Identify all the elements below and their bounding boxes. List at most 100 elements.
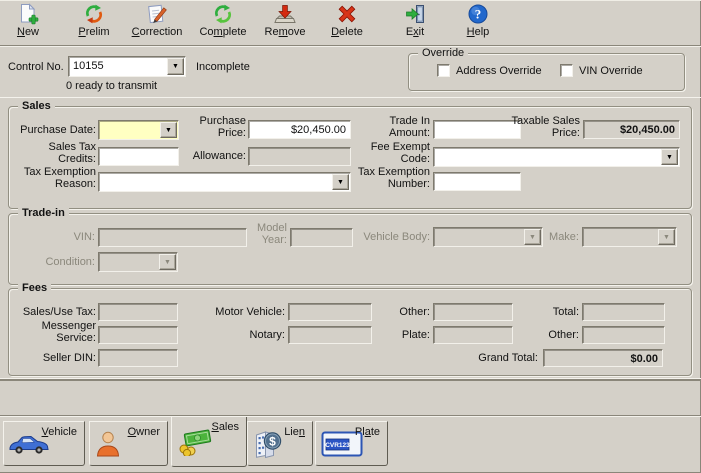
tab-plate[interactable]: CVR123 Plate bbox=[315, 421, 388, 466]
other-fee-label: Other: bbox=[399, 306, 430, 318]
purchase-date-label: Purchase Date: bbox=[20, 124, 96, 136]
remove-button[interactable]: Remove bbox=[258, 3, 312, 44]
sales-tax-credits-label: Sales Tax Credits: bbox=[48, 141, 97, 165]
fees-group-title: Fees bbox=[18, 282, 52, 295]
make-combobox-disabled: ▼ bbox=[582, 227, 677, 247]
total-field bbox=[582, 303, 665, 321]
delete-x-icon bbox=[338, 5, 356, 23]
allowance-value bbox=[249, 148, 350, 150]
trade-in-groupbox: Trade-in bbox=[8, 207, 692, 285]
exit-button[interactable]: Exit bbox=[390, 3, 440, 44]
other-fee-field bbox=[433, 303, 513, 321]
tab-sales[interactable]: Sales bbox=[171, 417, 247, 467]
lien-building-icon: $ bbox=[256, 430, 282, 458]
fee-exempt-code-value bbox=[434, 148, 679, 150]
motor-vehicle-label: Motor Vehicle: bbox=[215, 306, 285, 318]
seller-din-field bbox=[98, 349, 178, 367]
model-year-value bbox=[291, 229, 352, 231]
dropdown-arrow-icon[interactable]: ▼ bbox=[332, 174, 349, 190]
transmit-status-text: 0 ready to transmit bbox=[66, 80, 158, 92]
tax-exemption-reason-combobox[interactable]: ▼ bbox=[98, 172, 351, 192]
vin-input-disabled bbox=[98, 228, 247, 247]
sales-tax-credits-value bbox=[99, 148, 178, 150]
tax-exemption-reason-label: Tax Exemption Reason: bbox=[23, 166, 96, 190]
allowance-label: Allowance: bbox=[192, 150, 246, 162]
grand-total-label: Grand Total: bbox=[478, 352, 538, 364]
plate-fee-field bbox=[433, 326, 513, 344]
cvr-sales-window: New Prelim Correction Complete Remove De… bbox=[0, 0, 701, 473]
tab-owner[interactable]: Owner bbox=[89, 421, 168, 466]
purchase-price-value: $20,450.00 bbox=[290, 124, 346, 136]
plate-fee-label: Plate: bbox=[401, 329, 430, 341]
other-fee-2-label: Other: bbox=[548, 329, 579, 341]
sales-group-title: Sales bbox=[18, 100, 55, 113]
remove-tray-icon bbox=[274, 5, 296, 23]
person-icon bbox=[96, 431, 120, 456]
svg-text:?: ? bbox=[475, 7, 482, 22]
purchase-price-label: Purchase Price: bbox=[199, 115, 246, 139]
vin-value bbox=[99, 229, 246, 231]
control-no-label: Control No. bbox=[8, 61, 64, 73]
delete-button[interactable]: Delete bbox=[322, 3, 372, 44]
taxable-sales-price-readonly: $20,450.00 bbox=[583, 120, 680, 139]
other-fee-2-value bbox=[583, 327, 664, 329]
dropdown-arrow-icon: ▼ bbox=[658, 229, 675, 245]
allowance-input-disabled bbox=[248, 147, 351, 166]
sales-use-tax-label: Sales/Use Tax: bbox=[22, 306, 96, 318]
purchase-price-input[interactable]: $20,450.00 bbox=[248, 120, 351, 139]
new-document-icon bbox=[21, 3, 39, 25]
dropdown-arrow-icon[interactable]: ▼ bbox=[160, 122, 177, 138]
seller-din-value bbox=[99, 350, 177, 352]
fee-exempt-code-combobox[interactable]: ▼ bbox=[433, 147, 680, 167]
dropdown-arrow-icon[interactable]: ▼ bbox=[167, 58, 184, 75]
sales-use-tax-value bbox=[99, 304, 177, 306]
taxable-sales-price-label: Taxable Sales Price: bbox=[511, 115, 581, 139]
messenger-service-label: Messenger Service: bbox=[41, 320, 96, 344]
condition-combobox-disabled: ▼ bbox=[98, 252, 178, 272]
notary-field bbox=[288, 326, 372, 344]
tax-exemption-number-label: Tax Exemption Number: bbox=[357, 166, 430, 190]
prelim-button[interactable]: Prelim bbox=[68, 3, 120, 44]
purchase-date-combobox[interactable]: ▼ bbox=[98, 120, 179, 140]
motor-vehicle-value bbox=[289, 304, 371, 306]
sales-use-tax-field bbox=[98, 303, 178, 321]
help-icon: ? bbox=[468, 4, 488, 24]
complete-cycle-icon bbox=[215, 4, 231, 24]
grand-total-readonly: $0.00 bbox=[543, 349, 663, 367]
help-button[interactable]: ? Help bbox=[454, 3, 502, 44]
address-override-checkbox[interactable] bbox=[437, 64, 450, 77]
control-no-combobox[interactable]: 10155 ▼ bbox=[68, 56, 186, 77]
new-button[interactable]: New bbox=[4, 3, 52, 44]
trade-in-amount-label: Trade In Amount: bbox=[389, 115, 430, 139]
svg-text:$: $ bbox=[269, 434, 276, 448]
notary-label: Notary: bbox=[249, 329, 285, 341]
motor-vehicle-field bbox=[288, 303, 372, 321]
tab-strip-divider-highlight bbox=[0, 416, 701, 417]
money-icon bbox=[179, 429, 212, 456]
exit-door-icon bbox=[406, 5, 424, 23]
tax-exemption-number-input[interactable] bbox=[433, 172, 521, 191]
tab-vehicle[interactable]: Vehicle bbox=[3, 421, 85, 466]
dropdown-arrow-icon: ▼ bbox=[524, 229, 541, 245]
condition-label: Condition: bbox=[45, 256, 95, 268]
correction-button[interactable]: Correction bbox=[122, 3, 192, 44]
notary-value bbox=[289, 327, 371, 329]
vin-label: VIN: bbox=[73, 231, 95, 243]
complete-button[interactable]: Complete bbox=[190, 3, 256, 44]
fee-exempt-code-label: Fee Exempt Code: bbox=[370, 141, 430, 165]
address-override-label: Address Override bbox=[456, 65, 542, 77]
dropdown-arrow-icon[interactable]: ▼ bbox=[661, 149, 678, 165]
plate-fee-value bbox=[434, 327, 512, 329]
vehicle-body-label: Vehicle Body: bbox=[363, 231, 430, 243]
messenger-service-field bbox=[98, 326, 178, 344]
other-fee-value bbox=[434, 304, 512, 306]
grand-total-value: $0.00 bbox=[630, 353, 658, 365]
sales-tax-credits-input[interactable] bbox=[98, 147, 179, 166]
make-label: Make: bbox=[549, 231, 579, 243]
total-label: Total: bbox=[552, 306, 579, 318]
total-value bbox=[583, 304, 664, 306]
vin-override-checkbox[interactable] bbox=[560, 64, 573, 77]
tab-lien[interactable]: $ Lien bbox=[247, 421, 313, 466]
seller-din-label: Seller DIN: bbox=[42, 352, 96, 364]
vin-override-label: VIN Override bbox=[579, 65, 643, 77]
